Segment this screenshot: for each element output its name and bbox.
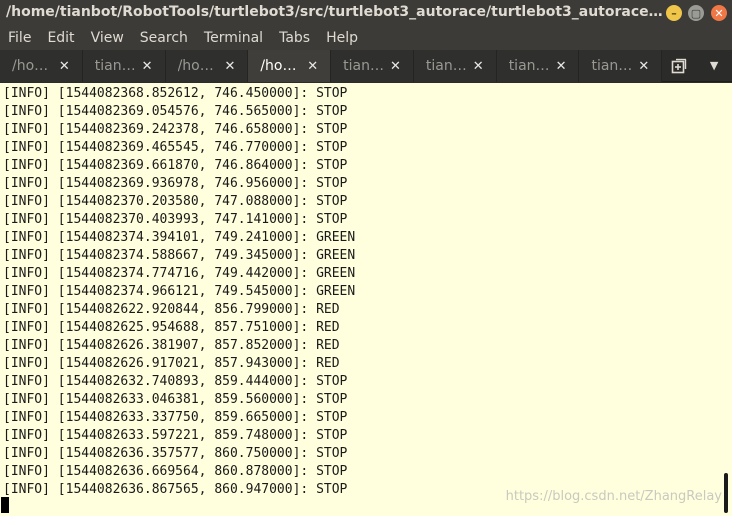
tab-bar: /ho… ✕ tian… ✕ /ho… ✕ /ho… ✕ tian… ✕ tia…: [0, 50, 732, 82]
tab-label: tian…: [343, 58, 384, 74]
tab-close-icon[interactable]: ✕: [142, 59, 153, 74]
title-bar: /home/tianbot/RobotTools/turtlebot3/src/…: [0, 0, 732, 26]
tab-5[interactable]: tian… ✕: [331, 50, 414, 82]
tab-close-icon[interactable]: ✕: [224, 59, 235, 74]
terminal-line: [INFO] [1544082636.357577, 860.750000]: …: [3, 446, 348, 461]
terminal-line: [INFO] [1544082626.917021, 857.943000]: …: [3, 356, 340, 371]
menu-help[interactable]: Help: [318, 30, 358, 46]
terminal-line: [INFO] [1544082633.046381, 859.560000]: …: [3, 392, 348, 407]
terminal-line: [INFO] [1544082368.852612, 746.450000]: …: [3, 86, 348, 101]
close-button[interactable]: ✕: [711, 5, 727, 21]
close-icon: ✕: [714, 6, 724, 20]
tab-label: /ho…: [260, 58, 297, 74]
menu-terminal[interactable]: Terminal: [196, 30, 263, 46]
terminal-line: [INFO] [1544082370.203580, 747.088000]: …: [3, 194, 348, 209]
tab-close-icon[interactable]: ✕: [59, 59, 70, 74]
tab-close-icon[interactable]: ✕: [390, 59, 401, 74]
terminal-line: [INFO] [1544082369.661870, 746.864000]: …: [3, 158, 348, 173]
tab-6[interactable]: tian… ✕: [413, 50, 497, 82]
menu-search[interactable]: Search: [132, 30, 188, 46]
terminal-line: [INFO] [1544082374.588667, 749.345000]: …: [3, 248, 356, 263]
tab-3[interactable]: /ho… ✕: [165, 50, 249, 82]
tab-label: tian…: [94, 58, 135, 74]
terminal-line: [INFO] [1544082369.936978, 746.956000]: …: [3, 176, 348, 191]
tab-2[interactable]: tian… ✕: [82, 50, 166, 82]
new-tab-icon: [671, 58, 687, 73]
minimize-button[interactable]: –: [666, 5, 682, 21]
terminal-line: [INFO] [1544082626.381907, 857.852000]: …: [3, 338, 340, 353]
terminal-line: [INFO] [1544082633.337750, 859.665000]: …: [3, 410, 348, 425]
menu-file[interactable]: File: [0, 30, 31, 46]
terminal-output[interactable]: [INFO] [1544082368.852612, 746.450000]: …: [0, 83, 732, 516]
maximize-button[interactable]: ▢: [688, 5, 704, 21]
terminal-line: [INFO] [1544082369.054576, 746.565000]: …: [3, 104, 348, 119]
tab-label: /ho…: [177, 58, 214, 74]
terminal-line: [INFO] [1544082622.920844, 856.799000]: …: [3, 302, 340, 317]
terminal-line: [INFO] [1544082369.465545, 746.770000]: …: [3, 140, 348, 155]
terminal-line: [INFO] [1544082370.403993, 747.141000]: …: [3, 212, 348, 227]
tab-label: tian…: [425, 58, 466, 74]
tab-close-icon[interactable]: ✕: [556, 59, 567, 74]
terminal-line: [INFO] [1544082633.597221, 859.748000]: …: [3, 428, 348, 443]
terminal-line: [INFO] [1544082374.394101, 749.241000]: …: [3, 230, 356, 245]
minimize-icon: –: [671, 6, 677, 20]
terminal-lines: [INFO] [1544082368.852612, 746.450000]: …: [3, 85, 355, 499]
tab-close-icon[interactable]: ✕: [473, 59, 484, 74]
terminal-line: [INFO] [1544082369.242378, 746.658000]: …: [3, 122, 348, 137]
new-tab-button[interactable]: [662, 50, 696, 81]
terminal-line: [INFO] [1544082632.740893, 859.444000]: …: [3, 374, 348, 389]
tab-4-active[interactable]: /ho… ✕: [248, 50, 332, 82]
tab-label: tian…: [591, 58, 632, 74]
terminal-line: [INFO] [1544082636.867565, 860.947000]: …: [3, 482, 348, 497]
menu-tabs[interactable]: Tabs: [271, 30, 310, 46]
tab-1[interactable]: /ho… ✕: [0, 50, 83, 82]
tab-list-dropdown[interactable]: ▼: [696, 50, 732, 81]
maximize-icon: ▢: [690, 6, 702, 20]
tab-7[interactable]: tian… ✕: [496, 50, 580, 82]
tab-label: /ho…: [12, 58, 49, 74]
terminal-line: [INFO] [1544082625.954688, 857.751000]: …: [3, 320, 340, 335]
chevron-down-icon: ▼: [709, 59, 719, 72]
text-cursor: [1, 497, 9, 513]
tab-close-icon[interactable]: ✕: [307, 59, 318, 74]
terminal-line: [INFO] [1544082636.669564, 860.878000]: …: [3, 464, 348, 479]
tab-close-icon[interactable]: ✕: [638, 59, 649, 74]
watermark: https://blog.csdn.net/ZhangRelay: [505, 489, 722, 504]
scrollbar-thumb[interactable]: [724, 473, 728, 513]
tab-label: tian…: [508, 58, 549, 74]
window-title: /home/tianbot/RobotTools/turtlebot3/src/…: [6, 4, 666, 20]
menu-edit[interactable]: Edit: [39, 30, 74, 46]
menu-bar: File Edit View Search Terminal Tabs Help: [0, 26, 732, 50]
terminal-line: [INFO] [1544082374.966121, 749.545000]: …: [3, 284, 356, 299]
tab-8[interactable]: tian… ✕: [579, 50, 663, 82]
terminal-line: [INFO] [1544082374.774716, 749.442000]: …: [3, 266, 356, 281]
menu-view[interactable]: View: [83, 30, 124, 46]
